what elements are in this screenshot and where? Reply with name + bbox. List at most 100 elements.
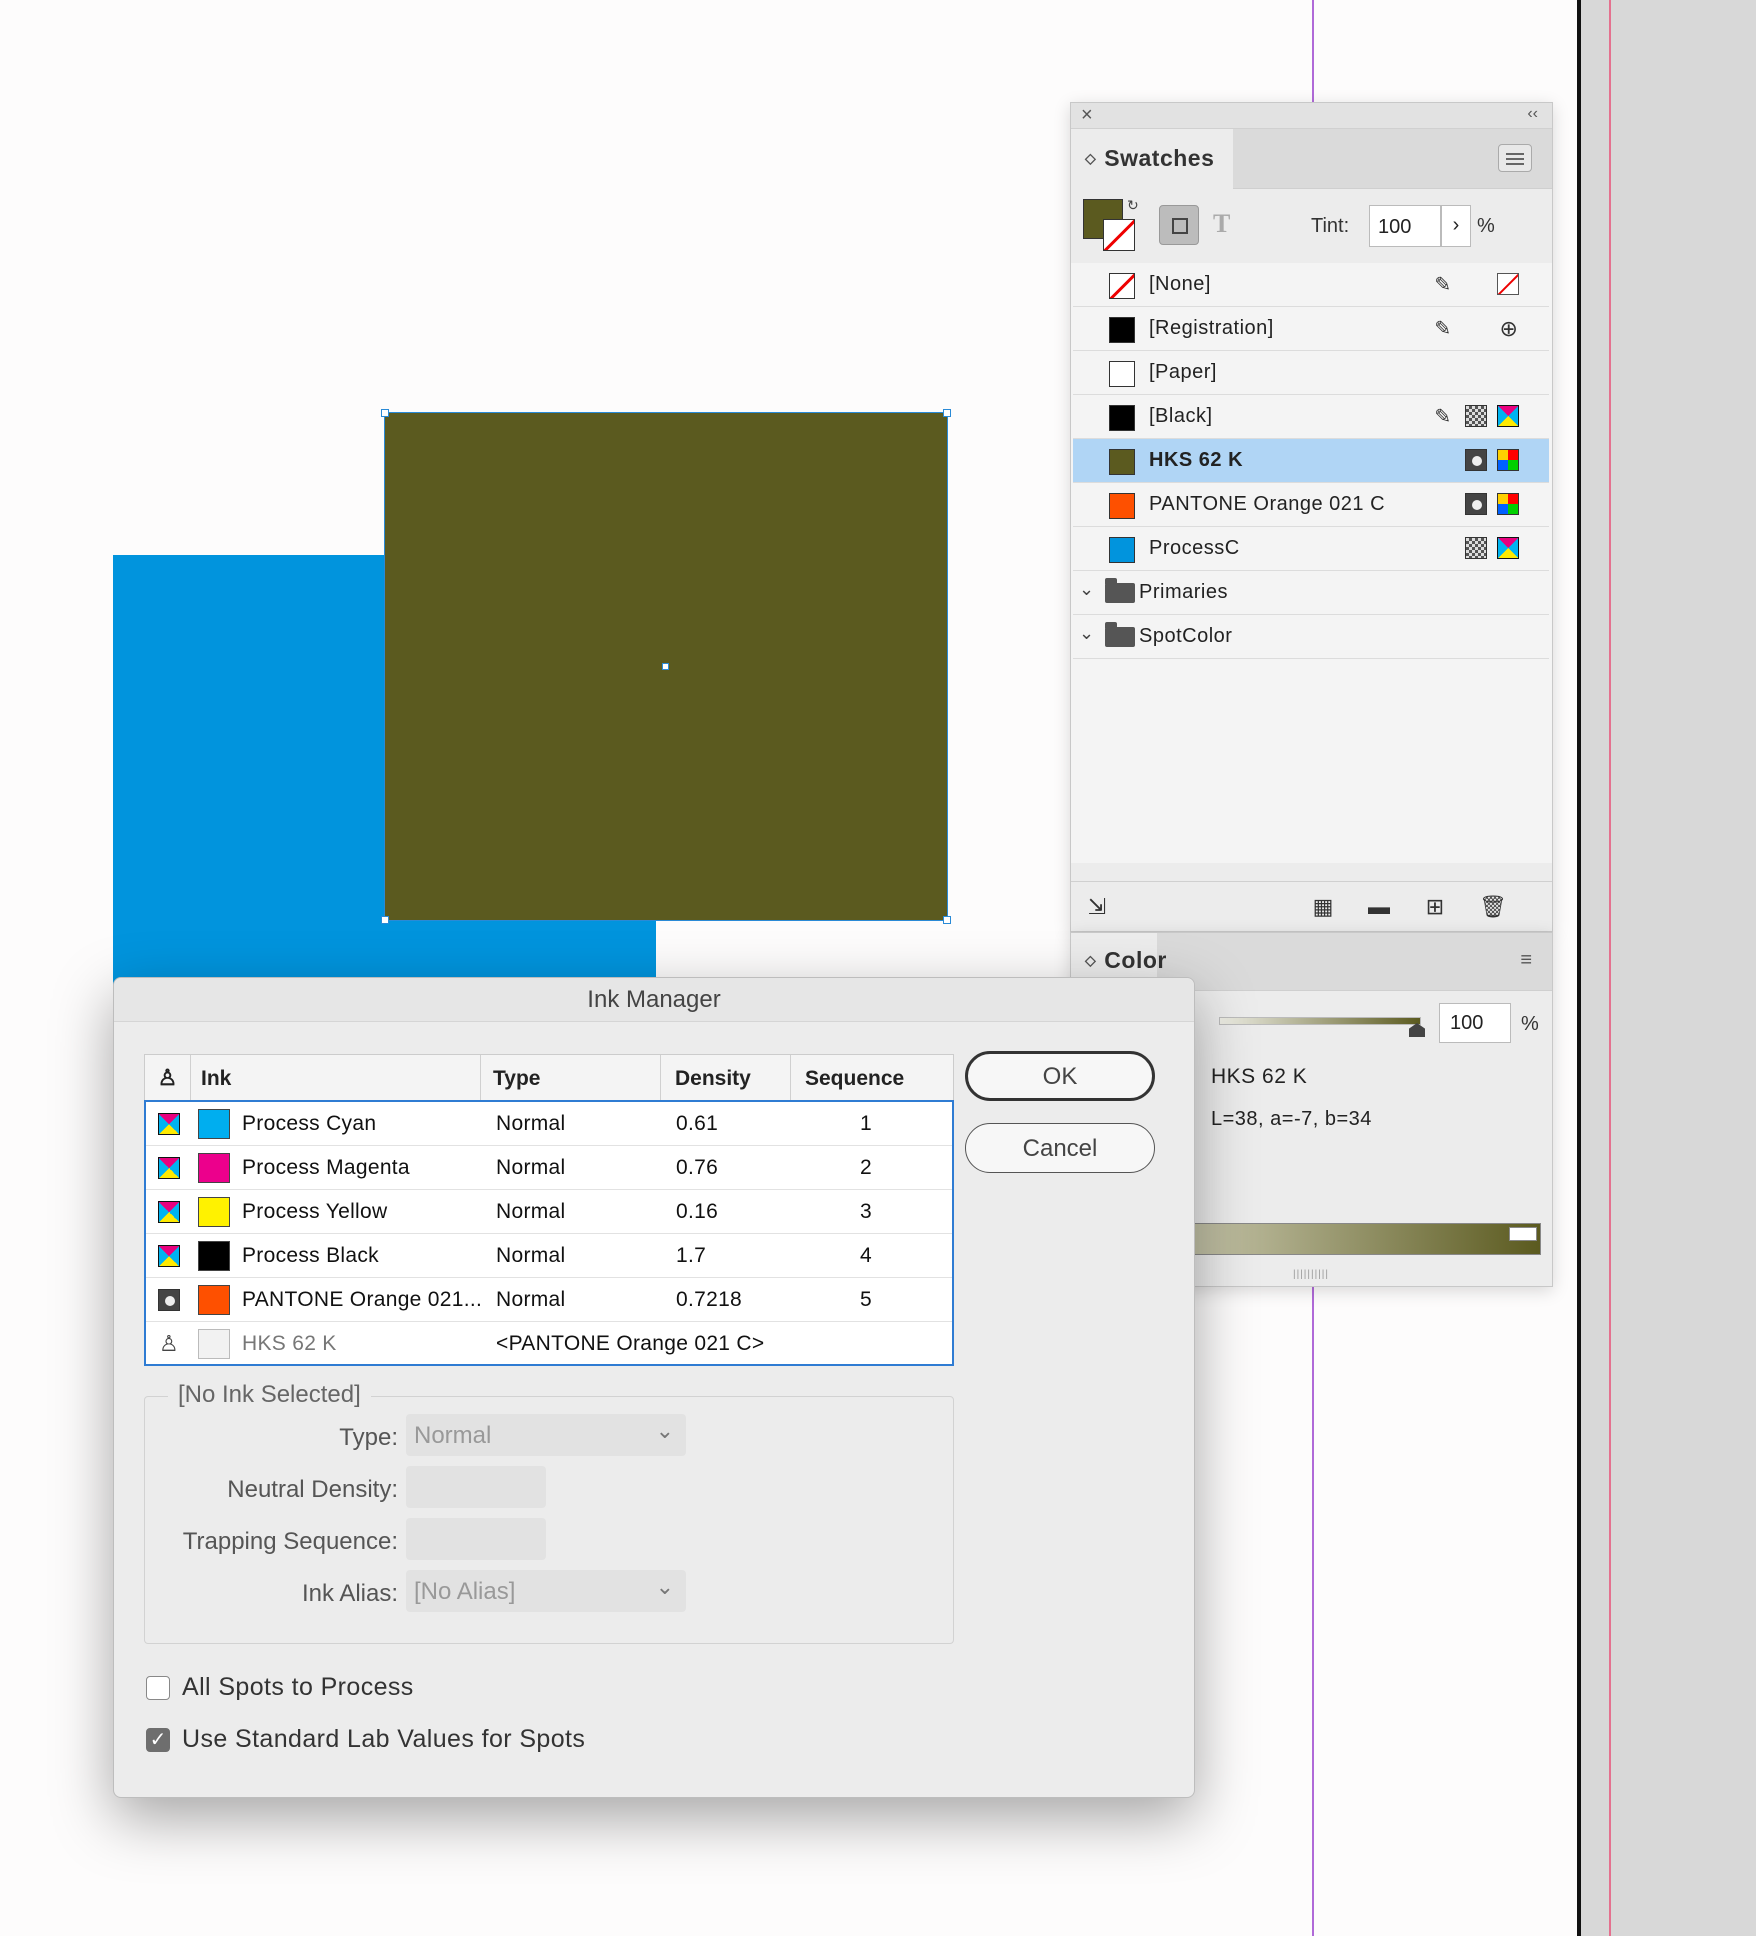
selection-handle[interactable] <box>943 409 951 417</box>
tint-dropdown-button[interactable]: › <box>1441 205 1471 247</box>
swatch-group-spotcolor[interactable]: ⌄ SpotColor <box>1073 615 1549 659</box>
ink-type-column-icon: ♙ <box>145 1055 191 1101</box>
new-color-group-icon[interactable]: ▬ <box>1367 896 1391 920</box>
swatch-item-registration[interactable]: [Registration] ✎ ⊕ <box>1073 307 1549 351</box>
swatches-bottom-bar: ⇲ ▦ ▬ ⊞ 🗑 <box>1071 881 1552 931</box>
process-ink-icon <box>158 1157 180 1179</box>
resize-grip[interactable]: |||||||||| <box>1293 1269 1329 1280</box>
panel-menu-button[interactable] <box>1498 144 1532 172</box>
ink-alias-select[interactable]: [No Alias] ⌄ <box>406 1570 686 1612</box>
new-swatch-icon[interactable]: ⊞ <box>1423 896 1447 920</box>
ink-table: ♙ Ink Type Density Sequence Process Cyan… <box>144 1054 954 1366</box>
color-ramp[interactable] <box>1191 1223 1541 1255</box>
process-ink-icon <box>158 1113 180 1135</box>
ink-swatch <box>198 1109 230 1139</box>
tint-label: Tint: <box>1311 215 1350 237</box>
white-chip[interactable] <box>1509 1227 1537 1241</box>
ink-row-hks-62-k[interactable]: ♙ HKS 62 K <PANTONE Orange 021 C> <box>146 1322 952 1366</box>
dialog-title: Ink Manager <box>114 978 1194 1022</box>
swatch-chip <box>1109 449 1135 475</box>
swatch-item-hks-62-k[interactable]: HKS 62 K <box>1073 439 1549 483</box>
container-format-icon[interactable] <box>1159 205 1199 245</box>
tab-arrow-icon: ◇ <box>1085 952 1097 968</box>
no-edit-icon: ✎ <box>1434 274 1452 296</box>
swatch-item-none[interactable]: [None] ✎ <box>1073 263 1549 307</box>
swatch-chip <box>1109 317 1135 343</box>
color-swatch-name: HKS 62 K <box>1211 1065 1308 1088</box>
all-spots-to-process-checkbox[interactable] <box>146 1676 170 1700</box>
spot-color-icon <box>1465 449 1487 471</box>
alias-ink-icon: ♙ <box>158 1331 180 1356</box>
text-format-icon[interactable]: T <box>1213 209 1230 239</box>
ink-swatch <box>198 1285 230 1315</box>
ink-row-pantone-orange[interactable]: PANTONE Orange 021... Normal 0.7218 5 <box>146 1278 952 1322</box>
folder-icon <box>1105 578 1135 603</box>
ink-row-process-cyan[interactable]: Process Cyan Normal 0.61 1 <box>146 1102 952 1146</box>
swatch-item-paper[interactable]: [Paper] <box>1073 351 1549 395</box>
trash-icon[interactable]: 🗑 <box>1479 896 1507 920</box>
column-sequence[interactable]: Sequence <box>791 1055 953 1101</box>
ink-swatch <box>198 1241 230 1271</box>
collapse-icon[interactable]: ‹‹ <box>1527 105 1538 123</box>
column-type[interactable]: Type <box>481 1055 661 1101</box>
swatch-group-primaries[interactable]: ⌄ Primaries <box>1073 571 1549 615</box>
swatch-item-processc[interactable]: ProcessC <box>1073 527 1549 571</box>
detail-group-title: [No Ink Selected] <box>168 1381 371 1409</box>
ink-table-header: ♙ Ink Type Density Sequence <box>145 1055 953 1101</box>
process-ink-icon <box>158 1201 180 1223</box>
chevron-down-icon[interactable]: ⌄ <box>1079 623 1095 644</box>
chevron-down-icon[interactable]: ⌄ <box>1079 579 1095 600</box>
swatch-item-black[interactable]: [Black] ✎ <box>1073 395 1549 439</box>
selection-handle[interactable] <box>943 916 951 924</box>
close-icon[interactable]: × <box>1081 104 1093 127</box>
chevron-down-icon: ⌄ <box>655 1574 674 1599</box>
tint-slider-handle[interactable] <box>1409 1023 1425 1037</box>
ok-button[interactable]: OK <box>965 1051 1155 1101</box>
type-select[interactable]: Normal ⌄ <box>406 1414 686 1456</box>
folder-icon <box>1105 622 1135 647</box>
swap-icon[interactable]: ↻ <box>1127 197 1139 214</box>
column-ink[interactable]: Ink <box>191 1055 481 1101</box>
cancel-button[interactable]: Cancel <box>965 1123 1155 1173</box>
tint-slider[interactable] <box>1219 1017 1421 1025</box>
tint-input[interactable]: 100 <box>1369 205 1441 247</box>
swatch-chip <box>1109 361 1135 387</box>
tint-unit: % <box>1477 215 1495 237</box>
neutral-density-label: Neutral Density: <box>227 1476 398 1503</box>
trapping-sequence-label: Trapping Sequence: <box>182 1528 398 1555</box>
selection-handle[interactable] <box>381 409 389 417</box>
swatch-list: [None] ✎ [Registration] ✎ ⊕ [Paper] [Bla… <box>1071 263 1552 863</box>
ink-row-process-black[interactable]: Process Black Normal 1.7 4 <box>146 1234 952 1278</box>
grid-view-icon[interactable]: ▦ <box>1311 896 1335 920</box>
selection-handle[interactable] <box>381 916 389 924</box>
registration-icon: ⊕ <box>1499 316 1519 341</box>
cmyk-mode-icon <box>1497 405 1519 427</box>
center-point[interactable] <box>662 663 669 670</box>
color-tint-input[interactable]: 100 <box>1439 1003 1511 1043</box>
swatch-item-pantone-orange[interactable]: PANTONE Orange 021 C <box>1073 483 1549 527</box>
spot-ink-icon <box>158 1289 180 1311</box>
bleed-guide <box>1609 0 1611 1936</box>
panel-menu-icon[interactable]: ≡ <box>1520 949 1532 972</box>
color-tint-unit: % <box>1521 1013 1539 1035</box>
process-color-icon <box>1465 537 1487 559</box>
ink-row-process-yellow[interactable]: Process Yellow Normal 0.16 3 <box>146 1190 952 1234</box>
column-density[interactable]: Density <box>661 1055 791 1101</box>
show-swatch-kinds-icon[interactable]: ⇲ <box>1085 896 1109 920</box>
stroke-swatch[interactable] <box>1103 219 1135 251</box>
lab-values: L=38, a=-7, b=34 <box>1211 1108 1372 1130</box>
ink-swatch <box>198 1197 230 1227</box>
ink-row-process-magenta[interactable]: Process Magenta Normal 0.76 2 <box>146 1146 952 1190</box>
process-ink-icon <box>158 1245 180 1267</box>
chevron-down-icon: ⌄ <box>655 1418 674 1443</box>
type-label: Type: <box>339 1424 398 1451</box>
use-standard-lab-checkbox[interactable]: ✓ <box>146 1728 170 1752</box>
tab-swatches[interactable]: ◇ Swatches <box>1071 129 1233 189</box>
ink-swatch <box>198 1153 230 1183</box>
neutral-density-field[interactable] <box>406 1466 546 1508</box>
trapping-sequence-field[interactable] <box>406 1518 546 1560</box>
no-edit-icon: ✎ <box>1434 406 1452 428</box>
use-standard-lab-label: Use Standard Lab Values for Spots <box>182 1725 586 1753</box>
process-color-icon <box>1465 405 1487 427</box>
swatches-panel: × ‹‹ ◇ Swatches ↻ T Tint: 100 › % [None] … <box>1070 102 1553 932</box>
